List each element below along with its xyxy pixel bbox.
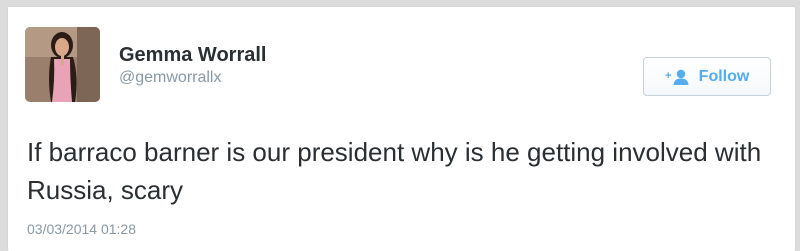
follow-button-label: Follow (698, 67, 750, 85)
tweet-timestamp[interactable]: 03/03/2014 01:28 (27, 221, 136, 237)
author-name[interactable]: Gemma Worrall (119, 44, 266, 67)
tweet-card: Gemma Worrall @gemworrallx + Follow If b… (7, 6, 796, 251)
svg-text:+: + (665, 70, 671, 82)
tweet-text: If barraco barner is our president why i… (27, 137, 762, 205)
avatar-photo (25, 27, 100, 102)
follow-button[interactable]: + Follow (643, 57, 771, 96)
avatar[interactable] (25, 27, 100, 102)
author-handle[interactable]: @gemworrallx (119, 69, 221, 87)
add-user-icon: + (665, 69, 689, 85)
